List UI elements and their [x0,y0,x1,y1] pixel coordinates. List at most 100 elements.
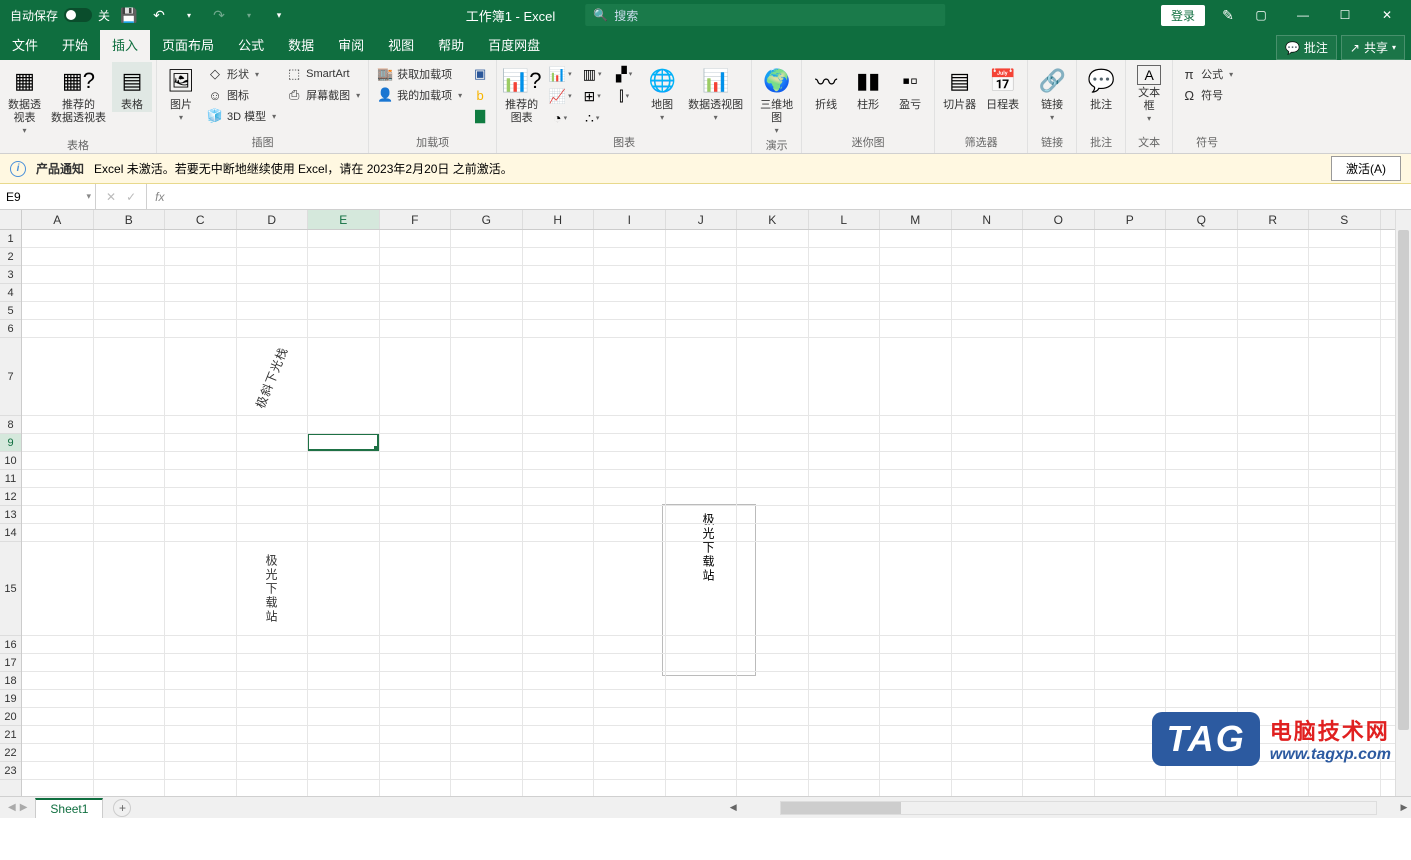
table-button[interactable]: ▤表格 [112,62,152,112]
waterfall-chart-button[interactable]: ▞▾ [610,64,638,84]
3dmap-button[interactable]: 🌍三维地 图▾ [756,62,797,135]
tab-insert[interactable]: 插入 [100,29,150,60]
autosave-toggle[interactable]: 自动保存 关 [10,7,110,24]
icons-button[interactable]: ☺图标 [203,85,280,105]
maps-button[interactable]: 🌐地图▾ [642,62,682,122]
sparkline-winloss-button[interactable]: ▪▫盈亏 [890,62,930,112]
timeline-button[interactable]: 📅日程表 [982,62,1023,112]
sheet-nav-next[interactable]: ▶ [20,802,28,813]
row-header-14[interactable]: 14 [0,524,21,542]
row-header-9[interactable]: 9 [0,434,21,452]
tab-formulas[interactable]: 公式 [226,29,276,60]
column-header-L[interactable]: L [809,210,881,229]
redo-dropdown[interactable]: ▾ [238,4,260,26]
row-headers[interactable]: 1234567891011121314151617181920212223 [0,230,22,796]
sheet-nav-prev[interactable]: ◀ [8,802,16,813]
comments-toggle[interactable]: 💬批注 [1276,35,1337,60]
row-header-15[interactable]: 15 [0,542,21,636]
row-header-2[interactable]: 2 [0,248,21,266]
row-header-21[interactable]: 21 [0,726,21,744]
3dmodel-button[interactable]: 🧊3D 模型▾ [203,106,280,126]
redo-button[interactable]: ↷ [208,4,230,26]
column-header-I[interactable]: I [594,210,666,229]
selected-cell[interactable] [307,433,379,451]
visio-addin-button[interactable]: ▣ [468,64,492,84]
column-header-Q[interactable]: Q [1166,210,1238,229]
row-header-8[interactable]: 8 [0,416,21,434]
search-box[interactable]: 🔍 搜索 [585,4,945,26]
spreadsheet-grid[interactable]: ABCDEFGHIJKLMNOPQRS 12345678910111213141… [0,210,1411,796]
column-chart-button[interactable]: 📊▾ [546,64,574,84]
row-header-17[interactable]: 17 [0,654,21,672]
horizontal-scrollbar[interactable] [780,801,1377,815]
people-addin-button[interactable]: ▇ [468,106,492,126]
comment-button[interactable]: 💬批注 [1081,62,1121,112]
tab-data[interactable]: 数据 [276,29,326,60]
row-header-12[interactable]: 12 [0,488,21,506]
pie-chart-button[interactable]: ◔▾ [546,108,574,128]
pivot-table-button[interactable]: ▦数据透 视表▾ [4,62,45,135]
minimize-button[interactable]: ― [1283,1,1323,29]
column-header-A[interactable]: A [22,210,94,229]
line-chart-button[interactable]: 📈▾ [546,86,574,106]
text-box-shape[interactable]: 极光下载站 [662,504,756,676]
pivotchart-button[interactable]: 📊数据透视图▾ [684,62,747,122]
name-box[interactable]: E9 ▾ [0,184,96,209]
row-header-20[interactable]: 20 [0,708,21,726]
smartart-button[interactable]: ⬚SmartArt [282,64,364,84]
textbox-button[interactable]: A文本 框▾ [1130,62,1168,123]
row-header-16[interactable]: 16 [0,636,21,654]
column-header-M[interactable]: M [880,210,952,229]
row-header-18[interactable]: 18 [0,672,21,690]
column-headers[interactable]: ABCDEFGHIJKLMNOPQRS [22,210,1395,230]
row-header-1[interactable]: 1 [0,230,21,248]
row-header-4[interactable]: 4 [0,284,21,302]
sparkline-line-button[interactable]: 〰折线 [806,62,846,112]
get-addins-button[interactable]: 🏬获取加载项 [373,64,466,84]
row-header-3[interactable]: 3 [0,266,21,284]
undo-dropdown[interactable]: ▾ [178,4,200,26]
recommended-pivot-button[interactable]: ▦?推荐的 数据透视表 [47,62,110,125]
qat-customize[interactable]: ▾ [268,4,290,26]
recommended-charts-button[interactable]: 📊?推荐的 图表 [501,62,542,125]
column-header-E[interactable]: E [308,210,380,229]
close-button[interactable]: ✕ [1367,1,1407,29]
column-header-F[interactable]: F [380,210,452,229]
equation-button[interactable]: π公式▾ [1177,64,1237,84]
vscroll-thumb[interactable] [1398,230,1409,730]
screenshot-button[interactable]: ⎙屏幕截图▾ [282,85,364,105]
column-header-P[interactable]: P [1095,210,1167,229]
column-header-R[interactable]: R [1238,210,1310,229]
hscroll-right[interactable]: ▶ [1397,802,1411,813]
tab-file[interactable]: 文件 [0,29,50,60]
cell-d15[interactable]: 极光下载站 [237,542,307,636]
pictures-button[interactable]: 🖼图片▾ [161,62,201,122]
row-header-10[interactable]: 10 [0,452,21,470]
column-header-O[interactable]: O [1023,210,1095,229]
row-header-6[interactable]: 6 [0,320,21,338]
symbol-button[interactable]: Ω符号 [1177,85,1237,105]
maximize-button[interactable]: ☐ [1325,1,1365,29]
hierarchy-chart-button[interactable]: ▥▾ [578,64,606,84]
tab-review[interactable]: 审阅 [326,29,376,60]
link-button[interactable]: 🔗链接▾ [1032,62,1072,122]
save-button[interactable]: 💾 [118,4,140,26]
cell-d7[interactable]: 极斜下光栈 [237,338,307,416]
vertical-scrollbar[interactable] [1395,210,1411,796]
column-header-G[interactable]: G [451,210,523,229]
login-button[interactable]: 登录 [1161,5,1205,26]
share-button[interactable]: ↗共享▾ [1341,35,1405,60]
column-header-N[interactable]: N [952,210,1024,229]
activate-button[interactable]: 激活(A) [1331,156,1401,181]
column-header-C[interactable]: C [165,210,237,229]
ribbon-options-button[interactable]: ▢ [1241,1,1281,29]
fx-icon[interactable]: fx [147,184,172,209]
accept-formula-button[interactable]: ✓ [126,190,136,204]
slicer-button[interactable]: ▤切片器 [939,62,980,112]
row-header-22[interactable]: 22 [0,744,21,762]
row-header-23[interactable]: 23 [0,762,21,780]
undo-button[interactable]: ↶ [148,4,170,26]
row-header-5[interactable]: 5 [0,302,21,320]
tab-help[interactable]: 帮助 [426,29,476,60]
sparkline-column-button[interactable]: ▮▮柱形 [848,62,888,112]
